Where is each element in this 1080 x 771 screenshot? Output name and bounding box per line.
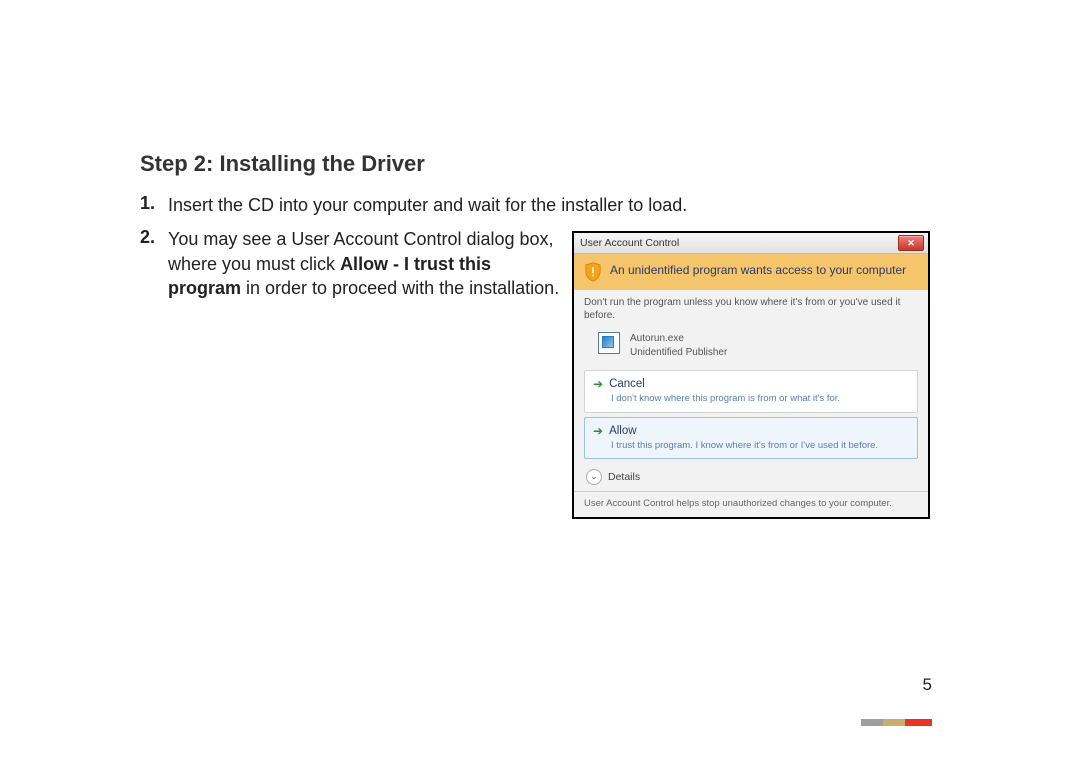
item-text: Insert the CD into your computer and wai… [168,193,930,217]
section-heading: Step 2: Installing the Driver [140,151,930,177]
option-subtitle: I trust this program. I know where it's … [593,438,909,452]
item-number: 2. [140,227,168,519]
chevron-down-icon: ⌄ [586,469,602,485]
uac-banner-text: An unidentified program wants access to … [610,262,906,278]
page-decor [861,719,932,726]
arrow-icon: ➔ [593,377,603,391]
uac-dialog: User Account Control ✕ An unidentified p… [572,231,930,519]
text-fragment: in order to proceed with the installatio… [241,278,559,298]
arrow-icon: ➔ [593,424,603,438]
allow-option[interactable]: ➔ Allow I trust this program. I know whe… [584,417,918,459]
decor-bar-grey [861,719,883,726]
program-name: Autorun.exe [630,332,727,346]
item-text: You may see a User Account Control dialo… [168,227,572,300]
list-item: 2. You may see a User Account Control di… [140,227,930,519]
uac-warning: Don't run the program unless you know wh… [584,296,918,322]
decor-bar-gold [883,719,905,726]
cancel-option[interactable]: ➔ Cancel I don't know where this program… [584,370,918,412]
list-item: 1. Insert the CD into your computer and … [140,193,930,217]
uac-body: Don't run the program unless you know wh… [574,290,928,491]
program-icon [598,332,620,354]
uac-title-text: User Account Control [580,237,679,249]
option-title: Cancel [609,378,645,390]
option-subtitle: I don't know where this program is from … [593,391,909,405]
page-number: 5 [923,675,932,695]
item-number: 1. [140,193,168,217]
details-label: Details [608,471,640,483]
close-icon: ✕ [907,238,915,249]
option-title: Allow [609,425,636,437]
uac-program-row: Autorun.exe Unidentified Publisher [584,330,918,366]
program-meta: Autorun.exe Unidentified Publisher [630,332,727,360]
details-toggle[interactable]: ⌄ Details [584,463,918,491]
close-button[interactable]: ✕ [898,235,924,251]
uac-titlebar: User Account Control ✕ [574,233,928,254]
program-publisher: Unidentified Publisher [630,346,727,360]
decor-bar-red [905,719,932,726]
uac-banner: An unidentified program wants access to … [574,254,928,290]
shield-icon [584,262,602,282]
uac-footer: User Account Control helps stop unauthor… [574,491,928,517]
page-content: Step 2: Installing the Driver 1. Insert … [140,151,930,529]
